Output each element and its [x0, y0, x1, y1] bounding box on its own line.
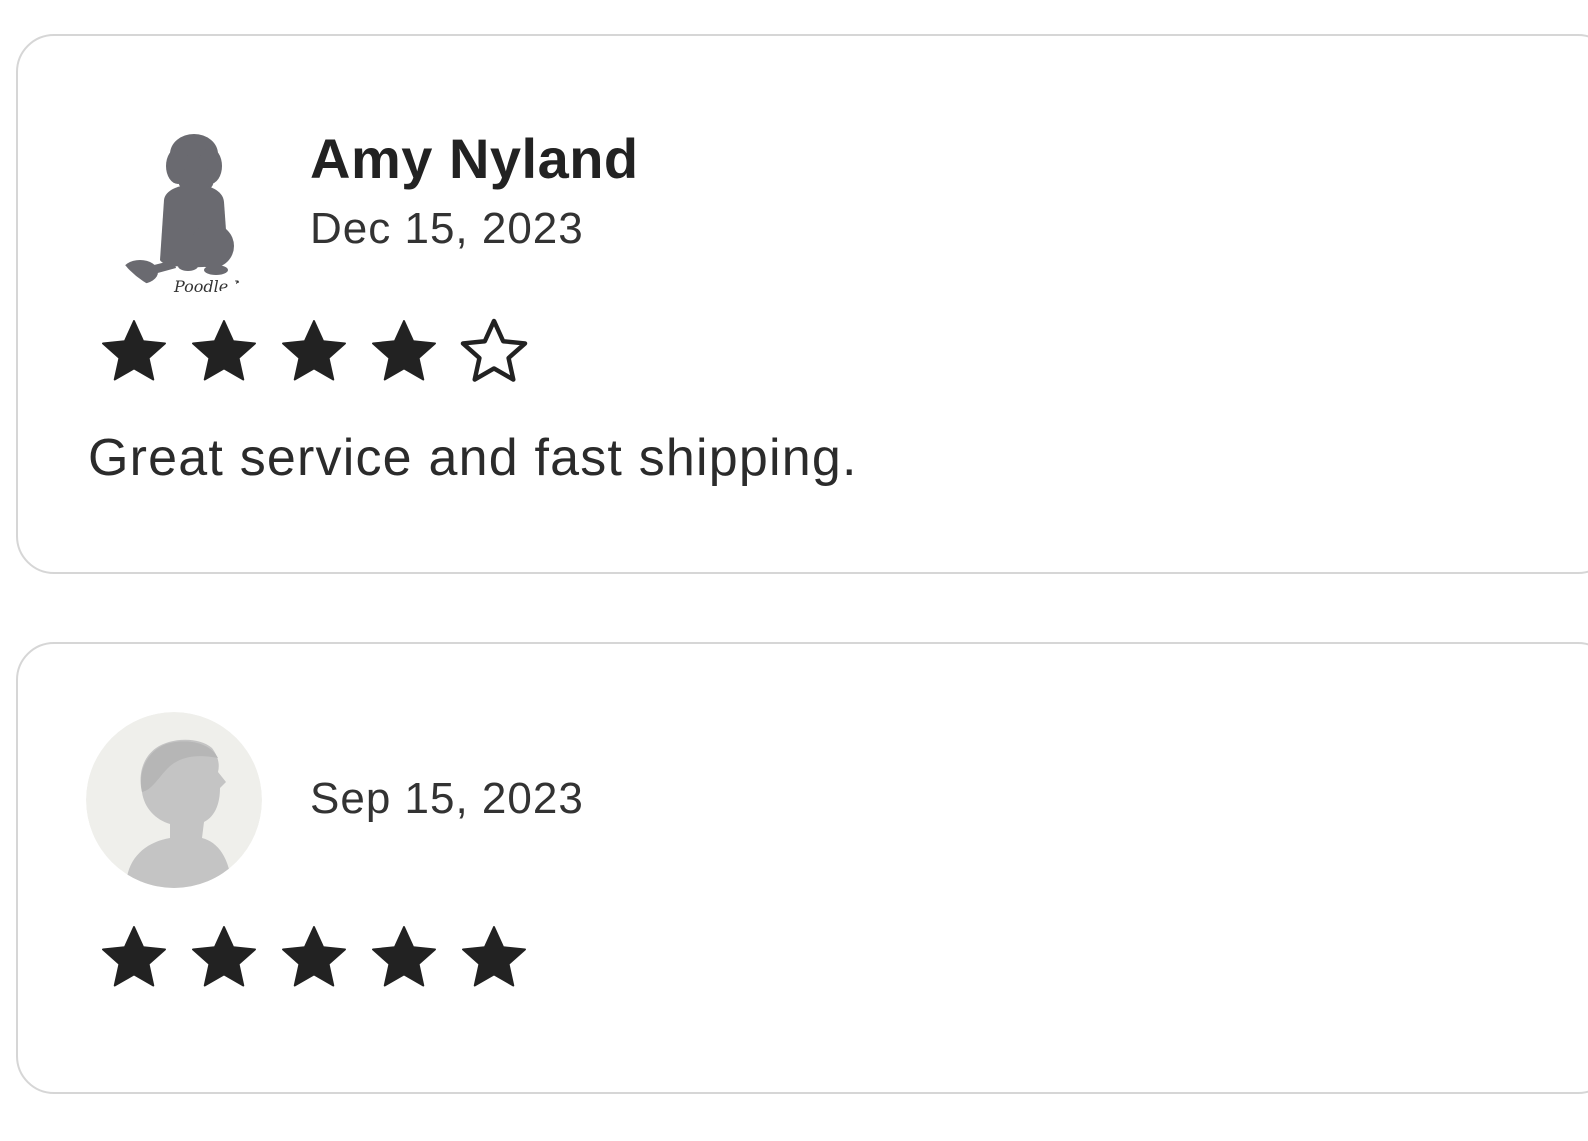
star-filled-icon [96, 314, 172, 390]
star-filled-icon [456, 920, 532, 996]
reviewer-name[interactable]: Amy Nyland [310, 126, 639, 191]
star-rating [96, 920, 532, 996]
review-card: Poodle Nr Amy Nyland Dec 15, 2023 Great … [16, 34, 1588, 574]
star-filled-icon [96, 920, 172, 996]
star-filled-icon [276, 314, 352, 390]
poodle-avatar-icon[interactable]: Poodle Nr [104, 120, 280, 296]
star-filled-icon [186, 314, 262, 390]
default-person-avatar-icon[interactable] [86, 712, 262, 888]
review-date: Dec 15, 2023 [310, 204, 584, 253]
star-filled-icon [186, 920, 262, 996]
star-filled-icon [276, 920, 352, 996]
star-empty-icon [456, 314, 532, 390]
star-filled-icon [366, 920, 442, 996]
star-filled-icon [366, 314, 442, 390]
review-date: Sep 15, 2023 [310, 774, 584, 823]
review-text: Great service and fast shipping. [88, 429, 858, 487]
review-card: Sep 15, 2023 [16, 642, 1588, 1094]
star-rating [96, 314, 532, 390]
avatar-caption: Poodle Nr [173, 277, 256, 296]
